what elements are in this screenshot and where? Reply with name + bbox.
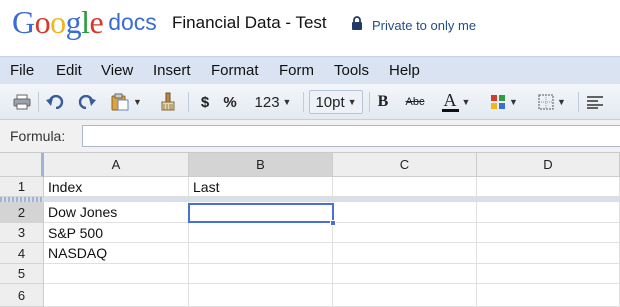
menu-help[interactable]: Help	[389, 62, 420, 79]
text-color-icon: A	[441, 90, 459, 112]
row-header-5[interactable]: 5	[0, 264, 44, 284]
logo-letter: o	[50, 4, 66, 40]
text-color-button[interactable]: A ▼	[438, 90, 474, 114]
align-button[interactable]	[586, 90, 620, 114]
row-header-6[interactable]: 6	[0, 284, 44, 307]
borders-button[interactable]: ▼	[534, 90, 570, 114]
row-header-1[interactable]: 1	[0, 177, 44, 197]
google-docs-logo[interactable]: Google docs	[12, 2, 157, 42]
menu-file[interactable]: File	[10, 62, 34, 79]
cell-a5[interactable]	[44, 264, 189, 284]
cell-b6[interactable]	[189, 284, 333, 307]
currency-format-button[interactable]: $	[196, 90, 214, 114]
select-all-corner[interactable]	[0, 153, 44, 177]
number-format-button[interactable]: 123 ▼	[250, 90, 296, 114]
bold-button[interactable]: B	[374, 90, 392, 114]
menu-insert[interactable]: Insert	[153, 62, 191, 79]
logo-letter: e	[89, 4, 104, 40]
cell-d1[interactable]	[477, 177, 620, 197]
active-cell-selection[interactable]	[188, 203, 334, 223]
cell-a3[interactable]: S&P 500	[44, 223, 189, 243]
cell-a4[interactable]: NASDAQ	[44, 243, 189, 264]
cell-b3[interactable]	[189, 223, 333, 243]
logo-letter: l	[81, 4, 90, 40]
formula-input[interactable]	[82, 125, 620, 147]
paste-icon	[111, 93, 129, 111]
logo-letter: G	[12, 4, 35, 40]
cell-b4[interactable]	[189, 243, 333, 264]
paste-button[interactable]: ▼	[108, 90, 144, 114]
chevron-down-icon: ▼	[557, 97, 566, 107]
cell-c6[interactable]	[333, 284, 477, 307]
cell-b5[interactable]	[189, 264, 333, 284]
redo-button[interactable]	[76, 90, 98, 114]
cell-c5[interactable]	[333, 264, 477, 284]
row-header-3[interactable]: 3	[0, 223, 44, 243]
column-header-b[interactable]: B	[189, 153, 333, 177]
column-header-c[interactable]: C	[333, 153, 477, 177]
column-header-d[interactable]: D	[477, 153, 620, 177]
menu-form[interactable]: Form	[279, 62, 314, 79]
print-button[interactable]	[11, 90, 33, 114]
cell-c3[interactable]	[333, 223, 477, 243]
chevron-down-icon: ▼	[461, 97, 471, 107]
formula-label: Formula:	[10, 128, 66, 144]
paint-format-button[interactable]	[156, 90, 180, 114]
docs-logo-text: docs	[108, 9, 157, 35]
fill-color-icon	[491, 95, 506, 109]
formula-bar: Formula:	[0, 120, 620, 153]
menu-edit[interactable]: Edit	[56, 62, 82, 79]
column-header-a[interactable]: A	[44, 153, 189, 177]
sharing-status[interactable]: Private to only me	[372, 18, 476, 33]
cell-b1[interactable]: Last	[189, 177, 333, 197]
cell-a2[interactable]: Dow Jones	[44, 202, 189, 223]
undo-icon	[46, 95, 64, 109]
cell-a1[interactable]: Index	[44, 177, 189, 197]
app-header: Google docs Financial Data - Test Private…	[0, 0, 620, 52]
number-format-label: 123	[254, 93, 280, 111]
spreadsheet-grid: A B C D 1 Index Last 2 Dow Jones 3 S&P 5…	[0, 153, 620, 307]
logo-letter: g	[65, 4, 82, 40]
cell-d4[interactable]	[477, 243, 620, 264]
document-title[interactable]: Financial Data - Test	[172, 13, 327, 33]
font-size-label: 10pt	[315, 93, 345, 111]
fill-color-button[interactable]: ▼	[486, 90, 522, 114]
chevron-down-icon: ▼	[133, 97, 142, 107]
align-icon	[587, 96, 603, 109]
cell-d6[interactable]	[477, 284, 620, 307]
toolbar: ▼ $ % 123 ▼ 10pt ▼ B Abc A ▼ ▼ ▼	[0, 84, 620, 120]
menu-view[interactable]: View	[101, 62, 133, 79]
chevron-down-icon: ▼	[509, 97, 518, 107]
print-icon	[13, 94, 31, 110]
undo-button[interactable]	[44, 90, 66, 114]
font-size-select[interactable]: 10pt ▼	[309, 90, 363, 114]
menu-tools[interactable]: Tools	[334, 62, 369, 79]
chevron-down-icon: ▼	[282, 97, 292, 107]
percent-format-button[interactable]: %	[220, 90, 240, 114]
cell-c4[interactable]	[333, 243, 477, 264]
row-header-4[interactable]: 4	[0, 243, 44, 264]
cell-d5[interactable]	[477, 264, 620, 284]
borders-icon	[538, 94, 554, 110]
logo-letter: o	[34, 4, 51, 40]
cell-a6[interactable]	[44, 284, 189, 307]
cell-c2[interactable]	[333, 202, 477, 223]
cell-d3[interactable]	[477, 223, 620, 243]
cell-d2[interactable]	[477, 202, 620, 223]
row-header-2[interactable]: 2	[0, 202, 44, 223]
cell-c1[interactable]	[333, 177, 477, 197]
redo-icon	[78, 95, 96, 109]
menu-format[interactable]: Format	[211, 62, 259, 79]
lock-icon	[352, 16, 362, 30]
google-logo-text: Google	[12, 2, 104, 42]
fill-handle[interactable]	[330, 220, 336, 226]
chevron-down-icon: ▼	[347, 97, 357, 107]
menu-bar: File Edit View Insert Format Form Tools …	[0, 56, 620, 84]
paint-format-icon	[161, 92, 175, 111]
strikethrough-button[interactable]: Abc	[402, 90, 428, 114]
